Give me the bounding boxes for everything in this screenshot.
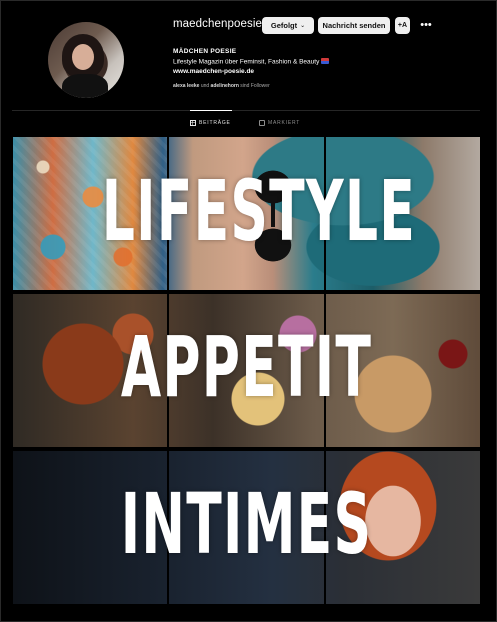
avatar-body <box>62 74 108 98</box>
profile-avatar[interactable] <box>48 22 124 98</box>
active-tab-indicator <box>190 110 232 111</box>
posts-grid: LIFESTYLE APPETIT INTIMES <box>13 137 480 604</box>
tab-divider <box>12 110 480 111</box>
add-person-button[interactable]: +A <box>395 17 410 34</box>
followed-by-suffix: sind Follower <box>240 83 270 89</box>
profile-display-name: MÄDCHEN POESIE <box>173 48 237 55</box>
overlay-word-appetit: APPETIT <box>120 318 373 416</box>
followed-by-and: und <box>200 83 210 89</box>
followed-by[interactable]: alexa leeke und adelinehorn sind Followe… <box>173 83 270 89</box>
overlay-word-intimes: INTIMES <box>120 475 373 573</box>
grid-icon <box>190 120 196 126</box>
overlay-word-lifestyle: LIFESTYLE <box>101 162 417 260</box>
follower-name-2: adelinehorn <box>210 83 239 89</box>
following-button[interactable]: Gefolgt ⌄ <box>262 17 314 34</box>
tab-tagged-label: MARKIERT <box>268 120 301 126</box>
avatar-face <box>72 44 94 70</box>
tag-icon <box>259 120 265 126</box>
chevron-down-icon: ⌄ <box>300 23 306 29</box>
follower-name-1: alexa leeke <box>173 83 200 89</box>
flag-icon <box>321 58 330 64</box>
profile-bio: Lifestyle Magazin über Feminsit, Fashion… <box>173 58 330 66</box>
profile-website-link[interactable]: www.maedchen-poesie.de <box>173 68 254 75</box>
tab-posts[interactable]: BEITRÄGE <box>190 120 231 126</box>
bio-text: Lifestyle Magazin über Feminsit, Fashion… <box>173 58 320 66</box>
more-options-icon[interactable]: ••• <box>418 17 434 33</box>
tab-tagged[interactable]: MARKIERT <box>259 120 300 126</box>
send-message-button[interactable]: Nachricht senden <box>318 17 390 34</box>
profile-username: maedchenpoesie <box>173 18 262 30</box>
tab-posts-label: BEITRÄGE <box>199 120 231 126</box>
following-label: Gefolgt <box>270 21 298 30</box>
